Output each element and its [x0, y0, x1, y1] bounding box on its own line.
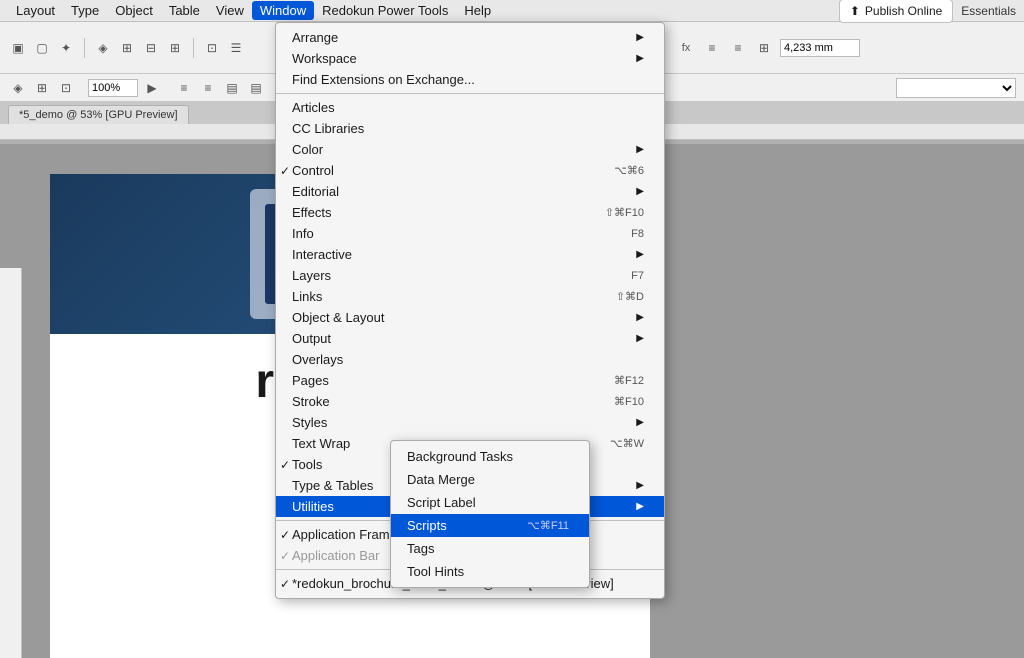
tool-e[interactable]: ⊡: [202, 38, 222, 58]
scripts-label: Scripts: [407, 518, 447, 533]
t2-icon-b[interactable]: ⊞: [32, 78, 52, 98]
menu-output[interactable]: Output ▶: [276, 328, 664, 349]
menu-view[interactable]: View: [208, 1, 252, 20]
script-label-label: Script Label: [407, 495, 476, 510]
t2-icon-c[interactable]: ⊡: [56, 78, 76, 98]
tool-d[interactable]: ⊞: [165, 38, 185, 58]
menu-workspace[interactable]: Workspace ▶: [276, 48, 664, 69]
menu-interactive[interactable]: Interactive ▶: [276, 244, 664, 265]
tool-c[interactable]: ⊟: [141, 38, 161, 58]
tags-label: Tags: [407, 541, 434, 556]
menu-window[interactable]: Window: [252, 1, 314, 20]
menu-bar: Layout Type Object Table View Window Red…: [0, 0, 1024, 22]
menu-overlays[interactable]: Overlays: [276, 349, 664, 370]
grid-icon[interactable]: ⊞: [754, 38, 774, 58]
select-tool[interactable]: ▣: [8, 38, 28, 58]
sep1: [84, 38, 85, 58]
style-select[interactable]: [896, 78, 1016, 98]
select-tool-2[interactable]: ▢: [32, 38, 52, 58]
submenu-scripts[interactable]: Scripts ⌥⌘F11: [391, 514, 589, 537]
publish-icon: ⬆: [850, 4, 860, 18]
publish-online-button[interactable]: ⬆ Publish Online: [839, 0, 953, 23]
submenu-tool-hints[interactable]: Tool Hints: [391, 560, 589, 583]
menu-pages[interactable]: Pages ⌘F12: [276, 370, 664, 391]
menu-layers[interactable]: Layers F7: [276, 265, 664, 286]
menu-find-extensions[interactable]: Find Extensions on Exchange...: [276, 69, 664, 90]
rotate-tool[interactable]: ✦: [56, 38, 76, 58]
menu-editorial[interactable]: Editorial ▶: [276, 181, 664, 202]
tool-hints-label: Tool Hints: [407, 564, 464, 579]
menu-object-layout[interactable]: Object & Layout ▶: [276, 307, 664, 328]
zoom-arrow[interactable]: ▶: [142, 78, 162, 98]
t2-icon-a[interactable]: ◈: [8, 78, 28, 98]
data-merge-label: Data Merge: [407, 472, 475, 487]
position-input[interactable]: [780, 39, 860, 57]
publish-label: Publish Online: [865, 4, 942, 18]
tool-a[interactable]: ◈: [93, 38, 113, 58]
menu-object[interactable]: Object: [107, 1, 161, 20]
tools-panel: [0, 268, 22, 658]
menu-articles[interactable]: Articles: [276, 97, 664, 118]
menu-styles[interactable]: Styles ▶: [276, 412, 664, 433]
menu-arrange[interactable]: Arrange ▶: [276, 27, 664, 48]
fx-icon[interactable]: fx: [676, 38, 696, 58]
align-icon-4[interactable]: ▤: [246, 78, 266, 98]
menu-info[interactable]: Info F8: [276, 223, 664, 244]
tool-b[interactable]: ⊞: [117, 38, 137, 58]
menu-control[interactable]: ✓ Control ⌥⌘6: [276, 160, 664, 181]
align-icon-1[interactable]: ≡: [174, 78, 194, 98]
essentials-label: Essentials: [961, 4, 1016, 18]
document-tab[interactable]: *5_demo @ 53% [GPU Preview]: [8, 105, 189, 124]
utilities-submenu: Background Tasks Data Merge Script Label…: [390, 440, 590, 588]
scripts-shortcut: ⌥⌘F11: [527, 519, 569, 532]
menu-cc-libraries[interactable]: CC Libraries: [276, 118, 664, 139]
submenu-tags[interactable]: Tags: [391, 537, 589, 560]
menu-color[interactable]: Color ▶: [276, 139, 664, 160]
align-icon-3[interactable]: ▤: [222, 78, 242, 98]
menu-redokun-power-tools[interactable]: Redokun Power Tools: [314, 1, 456, 20]
menu-links[interactable]: Links ⇧⌘D: [276, 286, 664, 307]
menu-stroke[interactable]: Stroke ⌘F10: [276, 391, 664, 412]
menu-layout[interactable]: Layout: [8, 1, 63, 20]
sep2: [193, 38, 194, 58]
tool-f[interactable]: ☰: [226, 38, 246, 58]
zoom-input[interactable]: [88, 79, 138, 97]
menu-table[interactable]: Table: [161, 1, 208, 20]
menu-type[interactable]: Type: [63, 1, 107, 20]
menu-effects[interactable]: Effects ⇧⌘F10: [276, 202, 664, 223]
align-center-icon[interactable]: ≡: [728, 38, 748, 58]
submenu-background-tasks[interactable]: Background Tasks: [391, 445, 589, 468]
submenu-data-merge[interactable]: Data Merge: [391, 468, 589, 491]
align-left-icon[interactable]: ≡: [702, 38, 722, 58]
submenu-script-label[interactable]: Script Label: [391, 491, 589, 514]
align-icon-2[interactable]: ≡: [198, 78, 218, 98]
background-tasks-label: Background Tasks: [407, 449, 513, 464]
divider-1: [276, 93, 664, 94]
menu-help[interactable]: Help: [456, 1, 499, 20]
